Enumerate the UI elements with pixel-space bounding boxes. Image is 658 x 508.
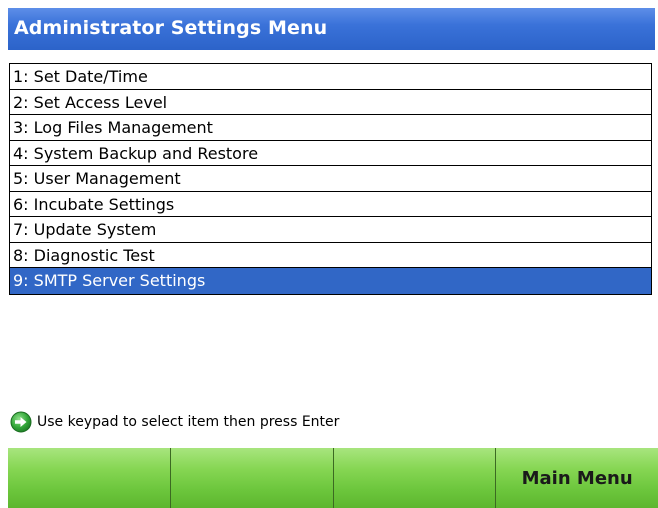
main-menu-button[interactable]: Main Menu (496, 448, 658, 508)
status-text: Use keypad to select item then press Ent… (37, 414, 340, 430)
menu-item-diagnostic-test[interactable]: 8: Diagnostic Test (10, 242, 651, 268)
menu-item-incubate-settings[interactable]: 6: Incubate Settings (10, 191, 651, 217)
title-bar: Administrator Settings Menu (8, 8, 655, 50)
admin-settings-screen: Administrator Settings Menu 1: Set Date/… (0, 0, 658, 508)
page-title: Administrator Settings Menu (14, 17, 328, 39)
softkey-3[interactable] (333, 448, 497, 508)
settings-menu-list: 1: Set Date/Time 2: Set Access Level 3: … (9, 63, 652, 295)
menu-item-update-system[interactable]: 7: Update System (10, 217, 651, 243)
softkey-2[interactable] (170, 448, 334, 508)
menu-item-set-access-level[interactable]: 2: Set Access Level (10, 89, 651, 115)
arrow-right-circle-icon (10, 411, 32, 433)
menu-item-smtp-server-settings[interactable]: 9: SMTP Server Settings (10, 268, 651, 294)
menu-item-user-management[interactable]: 5: User Management (10, 166, 651, 192)
status-hint: Use keypad to select item then press Ent… (10, 410, 339, 434)
menu-item-system-backup-restore[interactable]: 4: System Backup and Restore (10, 140, 651, 166)
softkey-bar: Main Menu (8, 448, 658, 508)
menu-item-log-files-management[interactable]: 3: Log Files Management (10, 115, 651, 141)
softkey-1[interactable] (8, 448, 171, 508)
menu-item-set-date-time[interactable]: 1: Set Date/Time (10, 64, 651, 90)
